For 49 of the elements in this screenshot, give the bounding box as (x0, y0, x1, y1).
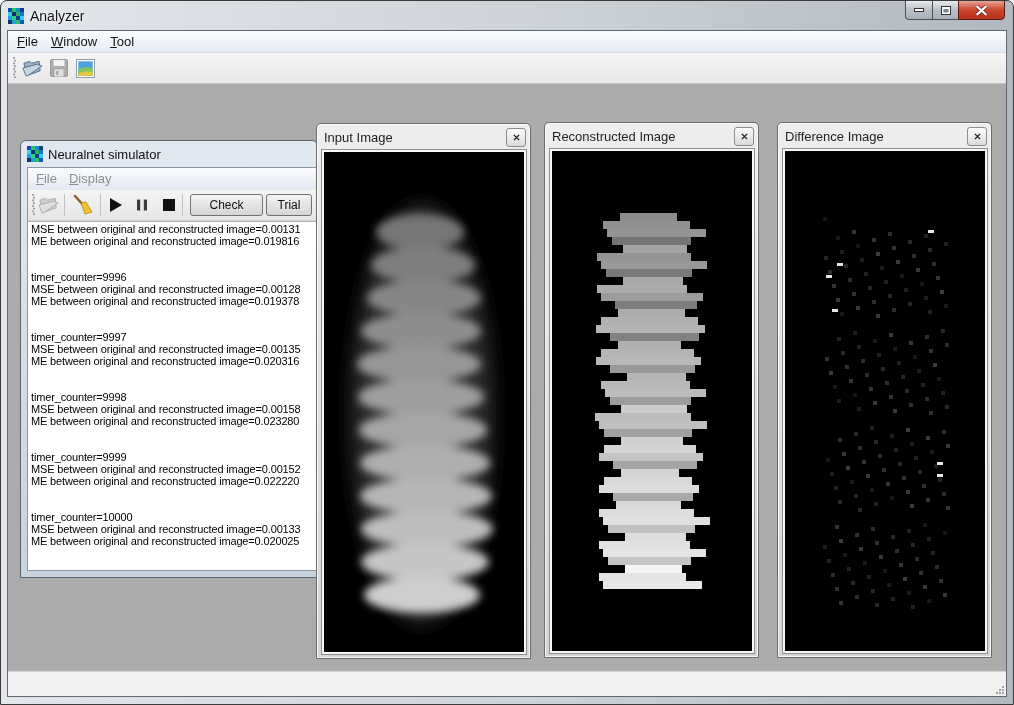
resize-grip-icon[interactable] (994, 684, 1004, 694)
log-line: ME between original and reconstructed image=0.019378 (31, 295, 300, 307)
menu-item[interactable]: Tool (110, 33, 135, 50)
menu-item[interactable]: File (17, 33, 38, 50)
log-line: MSE between original and reconstructed image=0.00128 (31, 283, 301, 295)
window-title: Neuralnet simulator (48, 146, 161, 162)
menu-item[interactable]: Window (50, 33, 98, 50)
maximize-button[interactable] (932, 1, 958, 20)
log-line: timer_counter=9996 (31, 271, 127, 283)
broom-icon[interactable] (73, 195, 93, 215)
close-button[interactable] (958, 1, 1005, 20)
close-button[interactable] (967, 126, 987, 146)
log-line: timer_counter=9997 (31, 331, 127, 343)
toolbar-button[interactable]: Check (190, 194, 263, 216)
picture-icon[interactable] (76, 58, 95, 78)
close-icon (512, 133, 520, 141)
log-line: timer_counter=10000 (31, 511, 133, 523)
log-line: ME between original and reconstructed image=0.023280 (31, 415, 300, 427)
close-icon (973, 132, 981, 140)
log-line: MSE between original and reconstructed image=0.00152 (31, 463, 301, 475)
log-line: timer_counter=9998 (31, 391, 127, 403)
window-title: Reconstructed Image (552, 128, 676, 144)
log-line: ME between original and reconstructed image=0.020316 (31, 355, 300, 367)
close-icon (740, 132, 748, 140)
maximize-icon (940, 5, 951, 15)
minimize-icon (914, 8, 924, 12)
close-button[interactable] (734, 126, 754, 146)
log-line: ME between original and reconstructed image=0.020025 (31, 535, 300, 547)
log-line: ME between original and reconstructed image=0.019816 (31, 235, 300, 247)
log-line: MSE between original and reconstructed image=0.00158 (31, 403, 301, 415)
grip-icon (13, 57, 16, 79)
log-line: timer_counter=9999 (31, 451, 127, 463)
folder-icon[interactable] (22, 59, 43, 77)
grip-icon (32, 194, 35, 216)
pause-icon[interactable] (137, 199, 147, 211)
app-icon (27, 146, 43, 162)
log-line: MSE between original and reconstructed image=0.00131 (31, 223, 301, 235)
minimize-button[interactable] (905, 1, 932, 20)
toolbar-button[interactable]: Trial (266, 194, 312, 216)
log-line: ME between original and reconstructed image=0.022220 (31, 475, 300, 487)
play-icon[interactable] (110, 198, 122, 212)
window-title: Difference Image (785, 128, 884, 144)
log-line: MSE between original and reconstructed image=0.00135 (31, 343, 301, 355)
log-line: MSE between original and reconstructed image=0.00133 (31, 523, 301, 535)
window-title: Analyzer (30, 7, 85, 24)
app-icon (8, 7, 24, 24)
window-title: Input Image (324, 129, 393, 145)
close-icon (975, 4, 988, 16)
close-button[interactable] (506, 127, 526, 147)
